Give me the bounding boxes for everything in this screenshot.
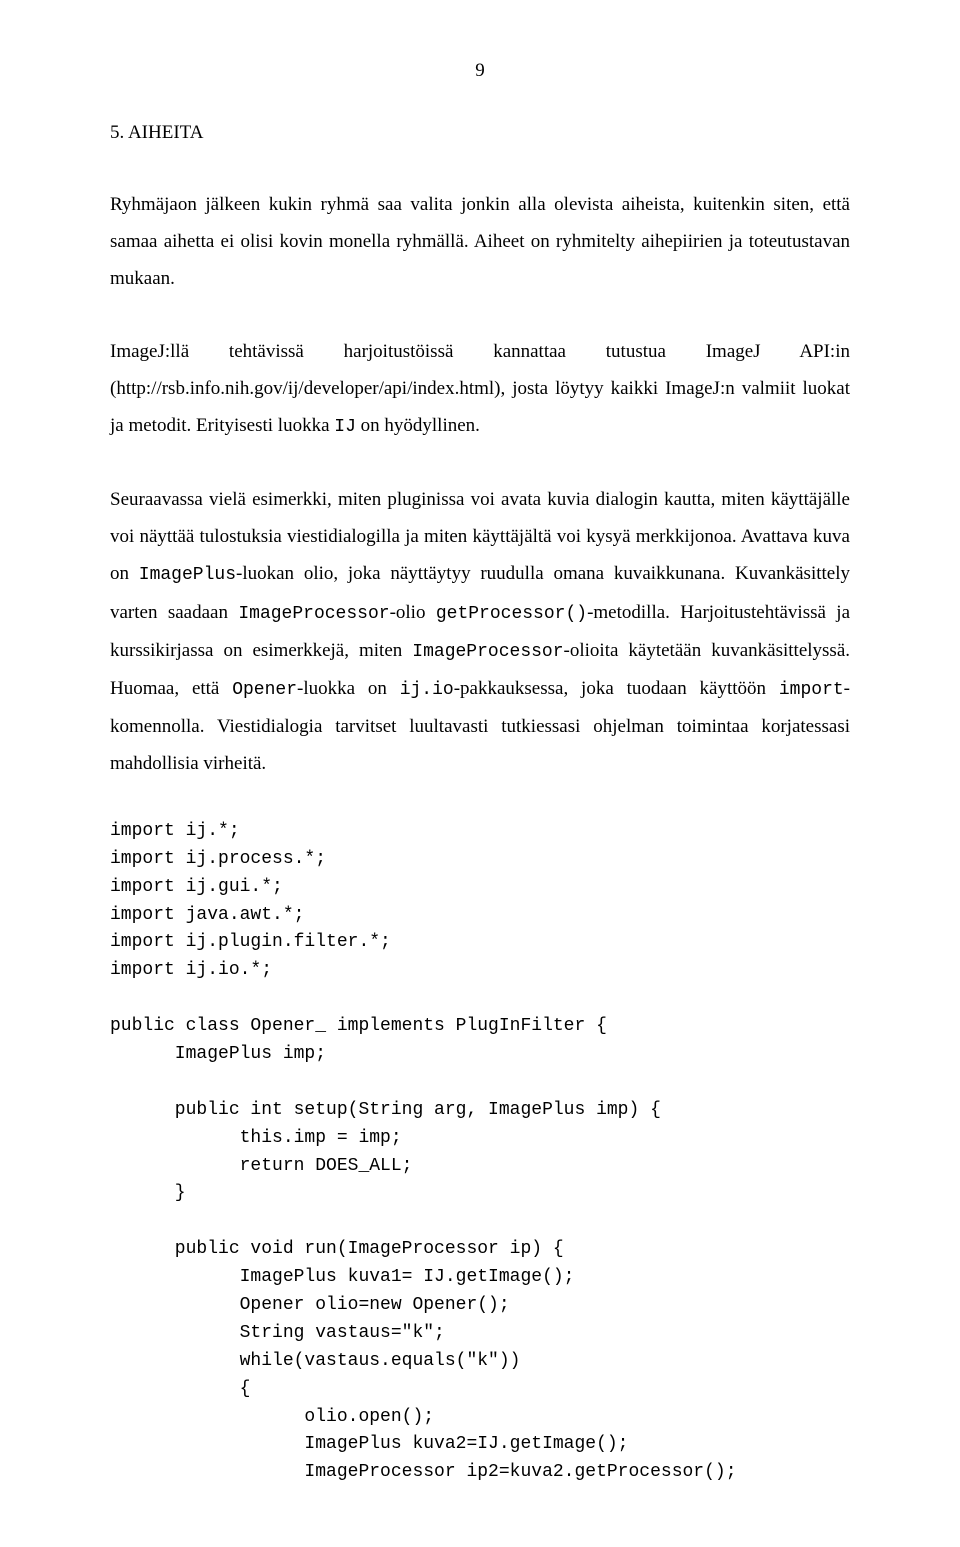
paragraph-1-text: Ryhmäjaon jälkeen kukin ryhmä saa valita… (110, 194, 850, 289)
inline-code-ij: IJ (334, 417, 356, 437)
inline-code-ijio: ij.io (400, 680, 454, 700)
section-heading: 5. AIHEITA (110, 122, 850, 144)
paragraph-3-text-f: -luokka on (297, 678, 400, 699)
code-block: import ij.*; import ij.process.*; import… (110, 818, 850, 1487)
inline-code-imageprocessor-2: ImageProcessor (412, 642, 563, 662)
paragraph-2: ImageJ:llä tehtävissä harjoitustöissä ka… (110, 333, 850, 445)
inline-code-import: import (779, 680, 844, 700)
inline-code-opener: Opener (232, 680, 297, 700)
paragraph-3: Seuraavassa vielä esimerkki, miten plugi… (110, 481, 850, 782)
paragraph-1: Ryhmäjaon jälkeen kukin ryhmä saa valita… (110, 186, 850, 297)
inline-code-imageplus: ImagePlus (139, 565, 236, 585)
inline-code-imageprocessor: ImageProcessor (238, 604, 389, 624)
inline-code-getprocessor: getProcessor() (436, 604, 587, 624)
document-page: 9 5. AIHEITA Ryhmäjaon jälkeen kukin ryh… (0, 0, 960, 1547)
paragraph-3-text-c: -olio (390, 602, 436, 623)
paragraph-3-text-g: -pakkauksessa, joka tuodaan käyttöön (454, 678, 779, 699)
paragraph-2-text-a: ImageJ:llä tehtävissä harjoitustöissä ka… (110, 341, 850, 436)
paragraph-2-text-b: on hyödyllinen. (356, 415, 480, 436)
page-number: 9 (110, 60, 850, 82)
